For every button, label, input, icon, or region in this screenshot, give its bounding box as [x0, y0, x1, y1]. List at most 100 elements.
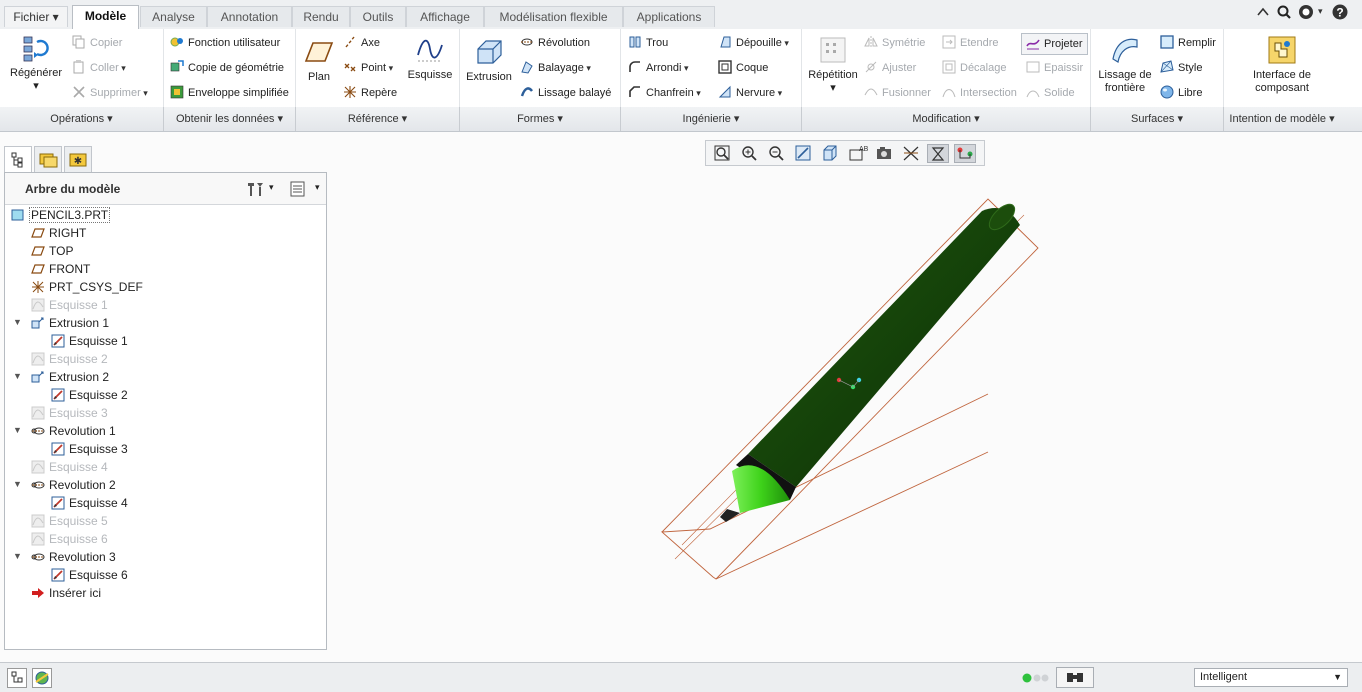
group-operations[interactable]: Opérations ▾ — [0, 107, 164, 131]
group-modification[interactable]: Modification ▾ — [802, 107, 1091, 131]
tree-item[interactable]: Esquisse 1 — [31, 296, 108, 314]
tree-item[interactable]: PENCIL3.PRT — [11, 206, 111, 224]
remplir-button[interactable]: Remplir — [1160, 33, 1216, 53]
projeter-button[interactable]: Projeter — [1021, 33, 1088, 55]
toggle-navigator-icon[interactable] — [7, 668, 27, 688]
community-icon[interactable] — [1298, 4, 1314, 20]
chevron-down-icon[interactable]: ▾ — [269, 182, 274, 193]
depouille-button[interactable]: Dépouille — [718, 33, 789, 53]
chanfrein-button[interactable]: Chanfrein — [628, 83, 701, 103]
tree-item[interactable]: Extrusion 2 — [31, 368, 109, 386]
esquisse-button[interactable]: Esquisse — [404, 35, 456, 82]
selection-filter-select[interactable]: Intelligent ▼ — [1194, 668, 1348, 687]
group-reference[interactable]: Référence ▾ — [296, 107, 460, 131]
group-ingenierie[interactable]: Ingénierie ▾ — [621, 107, 802, 131]
libre-button[interactable]: Libre — [1160, 83, 1202, 103]
tree-item[interactable]: Esquisse 3 — [31, 404, 108, 422]
tab-favorites[interactable]: ✱ — [64, 146, 92, 172]
tab-affichage[interactable]: Affichage — [406, 6, 484, 27]
group-intention-modele[interactable]: Intention de modèle ▾ — [1224, 107, 1340, 131]
ajuster-button[interactable]: Ajuster — [864, 58, 916, 78]
tab-annotation[interactable]: Annotation — [207, 6, 292, 27]
regenerer-button[interactable]: Régénérer ▾ — [6, 33, 66, 93]
plan-button[interactable]: Plan — [301, 37, 337, 84]
tree-item[interactable]: Esquisse 2 — [31, 350, 108, 368]
search-icon[interactable] — [1276, 4, 1292, 20]
enveloppe-simplifiee-button[interactable]: Enveloppe simplifiée — [170, 83, 289, 103]
toggle-browser-icon[interactable] — [32, 668, 52, 688]
tree-item[interactable]: Esquisse 2 — [51, 386, 128, 404]
graphics-area[interactable] — [330, 131, 1362, 661]
tab-model-tree[interactable] — [4, 146, 32, 172]
help-icon[interactable]: ? — [1332, 4, 1348, 20]
group-surfaces[interactable]: Surfaces ▾ — [1091, 107, 1224, 131]
tab-rendu[interactable]: Rendu — [292, 6, 350, 27]
coller-button[interactable]: Coller — [72, 58, 126, 78]
interface-composant-button[interactable]: Interface de composant — [1244, 35, 1320, 95]
arrondi-button[interactable]: Arrondi — [628, 58, 689, 78]
expand-toggle-icon[interactable]: ▼ — [13, 371, 22, 381]
tree-item[interactable]: Esquisse 5 — [31, 512, 108, 530]
expand-toggle-icon[interactable]: ▼ — [13, 479, 22, 489]
tree-item[interactable]: Revolution 3 — [31, 548, 116, 566]
tree-item[interactable]: PRT_CSYS_DEF — [31, 278, 143, 296]
tree-item[interactable]: Esquisse 3 — [51, 440, 128, 458]
solide-label: Solide — [1044, 87, 1075, 99]
fonction-utilisateur-button[interactable]: Fonction utilisateur — [170, 33, 280, 53]
chevron-down-icon[interactable]: ▾ — [315, 182, 320, 193]
find-icon[interactable] — [1056, 667, 1094, 688]
copier-button[interactable]: Copier — [72, 33, 122, 53]
revolution-button[interactable]: Révolution — [520, 33, 590, 53]
tree-item[interactable]: FRONT — [31, 260, 90, 278]
tree-item[interactable]: TOP — [31, 242, 73, 260]
tree-item[interactable]: Insérer ici — [31, 584, 101, 602]
collapse-ribbon-icon[interactable] — [1256, 5, 1270, 19]
balayage-button[interactable]: Balayage — [520, 58, 591, 78]
repere-button[interactable]: Repère — [343, 83, 397, 103]
tab-folder-browser[interactable] — [34, 146, 62, 172]
lissage-balaye-button[interactable]: Lissage balayé — [520, 83, 611, 103]
tree-item[interactable]: Revolution 1 — [31, 422, 116, 440]
repetition-button[interactable]: Répétition ▾ — [806, 35, 860, 95]
group-obtenir-donnees[interactable]: Obtenir les données ▾ — [164, 107, 296, 131]
tree-item[interactable]: Esquisse 4 — [51, 494, 128, 512]
decalage-button[interactable]: Décalage — [942, 58, 1006, 78]
coque-button[interactable]: Coque — [718, 58, 768, 78]
copie-geometrie-button[interactable]: Copie de géométrie — [170, 58, 284, 78]
trou-button[interactable]: Trou — [628, 33, 668, 53]
tree-item[interactable]: Revolution 2 — [31, 476, 116, 494]
fusionner-button[interactable]: Fusionner — [864, 83, 931, 103]
tree-item[interactable]: RIGHT — [31, 224, 86, 242]
chevron-down-icon[interactable]: ▾ — [1318, 6, 1323, 17]
tab-analyse[interactable]: Analyse — [140, 6, 207, 27]
tree-settings-icon[interactable] — [245, 180, 265, 198]
symetrie-button[interactable]: Symétrie — [864, 33, 925, 53]
intersection-button[interactable]: Intersection — [942, 83, 1017, 103]
supprimer-button[interactable]: Supprimer — [72, 83, 148, 103]
group-formes[interactable]: Formes ▾ — [460, 107, 621, 131]
tree-item[interactable]: Esquisse 6 — [31, 530, 108, 548]
tab-modelisation-flexible[interactable]: Modélisation flexible — [484, 6, 623, 27]
tree-item[interactable]: Extrusion 1 — [31, 314, 109, 332]
tab-fichier[interactable]: Fichier ▾ — [4, 6, 68, 27]
extrusion-button[interactable]: Extrusion — [464, 37, 514, 84]
style-button[interactable]: Style — [1160, 58, 1202, 78]
tree-item[interactable]: Esquisse 1 — [51, 332, 128, 350]
point-button[interactable]: Point — [343, 58, 393, 78]
tab-applications[interactable]: Applications — [623, 6, 715, 27]
etendre-button[interactable]: Etendre — [942, 33, 999, 53]
tree-item[interactable]: Esquisse 6 — [51, 566, 128, 584]
tab-outils[interactable]: Outils — [350, 6, 406, 27]
solide-button[interactable]: Solide — [1026, 83, 1075, 103]
expand-toggle-icon[interactable]: ▼ — [13, 317, 22, 327]
epaissir-button[interactable]: Epaissir — [1026, 58, 1083, 78]
selection-filter-value: Intelligent — [1200, 671, 1248, 683]
tree-columns-icon[interactable] — [289, 180, 307, 198]
axe-button[interactable]: Axe — [343, 33, 380, 53]
lissage-frontiere-button[interactable]: Lissage de frontière — [1094, 35, 1156, 95]
tab-modele[interactable]: Modèle — [72, 5, 139, 29]
expand-toggle-icon[interactable]: ▼ — [13, 425, 22, 435]
nervure-button[interactable]: Nervure — [718, 83, 782, 103]
tree-item[interactable]: Esquisse 4 — [31, 458, 108, 476]
expand-toggle-icon[interactable]: ▼ — [13, 551, 22, 561]
